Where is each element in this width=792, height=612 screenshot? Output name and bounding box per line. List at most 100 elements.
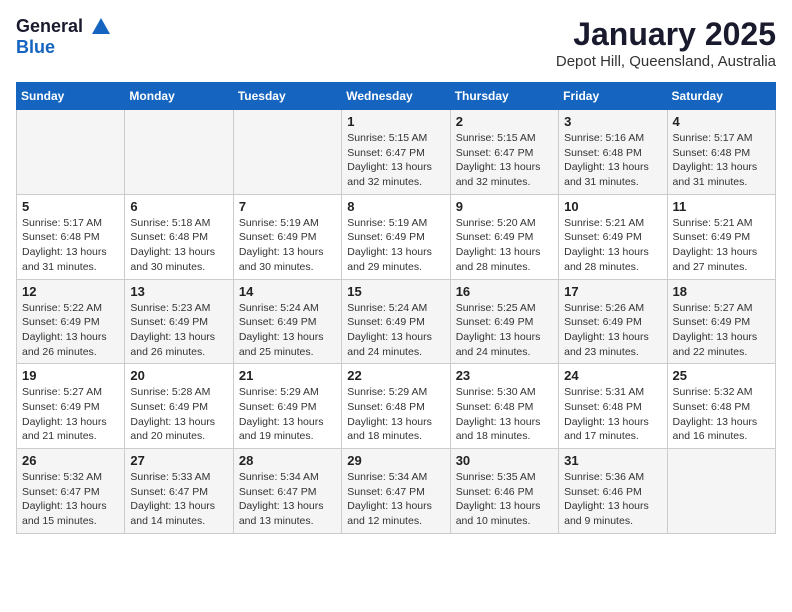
calendar-cell: 6 Sunrise: 5:18 AMSunset: 6:48 PMDaylight… [125, 194, 233, 279]
day-number: 24 [564, 368, 661, 383]
weekday-header-wednesday: Wednesday [342, 83, 450, 110]
day-info: Sunrise: 5:19 AMSunset: 6:49 PMDaylight:… [347, 216, 444, 275]
calendar-week-row: 19Sunrise: 5:27 AMSunset: 6:49 PMDayligh… [17, 364, 776, 449]
calendar-cell: 1 Sunrise: 5:15 AMSunset: 6:47 PMDaylight… [342, 110, 450, 195]
day-info: Sunrise: 5:24 AMSunset: 6:49 PMDaylight:… [347, 301, 444, 360]
calendar-cell: 19Sunrise: 5:27 AMSunset: 6:49 PMDayligh… [17, 364, 125, 449]
calendar-cell: 16Sunrise: 5:25 AMSunset: 6:49 PMDayligh… [450, 279, 558, 364]
calendar-cell [17, 110, 125, 195]
day-number: 8 [347, 199, 444, 214]
calendar-table: SundayMondayTuesdayWednesdayThursdayFrid… [16, 82, 776, 534]
calendar-cell: 17Sunrise: 5:26 AMSunset: 6:49 PMDayligh… [559, 279, 667, 364]
day-info: Sunrise: 5:33 AMSunset: 6:47 PMDaylight:… [130, 470, 227, 529]
calendar-week-row: 5 Sunrise: 5:17 AMSunset: 6:48 PMDaylight… [17, 194, 776, 279]
weekday-header-monday: Monday [125, 83, 233, 110]
weekday-header-sunday: Sunday [17, 83, 125, 110]
day-info: Sunrise: 5:27 AMSunset: 6:49 PMDaylight:… [673, 301, 770, 360]
day-number: 22 [347, 368, 444, 383]
day-info: Sunrise: 5:19 AMSunset: 6:49 PMDaylight:… [239, 216, 336, 275]
day-number: 15 [347, 284, 444, 299]
calendar-cell: 4Sunrise: 5:17 AMSunset: 6:48 PMDaylight… [667, 110, 775, 195]
day-info: Sunrise: 5:18 AMSunset: 6:48 PMDaylight:… [130, 216, 227, 275]
calendar-week-row: 12 Sunrise: 5:22 AMSunset: 6:49 PMDayligh… [17, 279, 776, 364]
day-info: Sunrise: 5:32 AMSunset: 6:48 PMDaylight:… [673, 385, 770, 444]
day-info: Sunrise: 5:35 AMSunset: 6:46 PMDaylight:… [456, 470, 553, 529]
day-number: 23 [456, 368, 553, 383]
logo: General Blue [16, 16, 114, 58]
day-number: 12 [22, 284, 119, 299]
day-info: Sunrise: 5:17 AMSunset: 6:48 PMDaylight:… [22, 216, 119, 275]
day-info: Sunrise: 5:34 AMSunset: 6:47 PMDaylight:… [347, 470, 444, 529]
day-info: Sunrise: 5:32 AMSunset: 6:47 PMDaylight:… [22, 470, 119, 529]
day-number: 26 [22, 453, 119, 468]
page-header: General Blue January 2025 Depot Hill, Qu… [16, 16, 776, 70]
day-number: 13 [130, 284, 227, 299]
day-info: Sunrise: 5:24 AMSunset: 6:49 PMDaylight:… [239, 301, 336, 360]
calendar-week-row: 1 Sunrise: 5:15 AMSunset: 6:47 PMDaylight… [17, 110, 776, 195]
day-info: Sunrise: 5:20 AMSunset: 6:49 PMDaylight:… [456, 216, 553, 275]
calendar-cell: 5 Sunrise: 5:17 AMSunset: 6:48 PMDaylight… [17, 194, 125, 279]
day-info: Sunrise: 5:28 AMSunset: 6:49 PMDaylight:… [130, 385, 227, 444]
calendar-cell: 24Sunrise: 5:31 AMSunset: 6:48 PMDayligh… [559, 364, 667, 449]
calendar-cell: 23 Sunrise: 5:30 AMSunset: 6:48 PMDayligh… [450, 364, 558, 449]
day-number: 4 [673, 114, 770, 129]
calendar-cell: 21 Sunrise: 5:29 AMSunset: 6:49 PMDayligh… [233, 364, 341, 449]
calendar-cell: 15 Sunrise: 5:24 AMSunset: 6:49 PMDayligh… [342, 279, 450, 364]
day-number: 20 [130, 368, 227, 383]
day-number: 6 [130, 199, 227, 214]
day-number: 3 [564, 114, 661, 129]
calendar-cell: 3 Sunrise: 5:16 AMSunset: 6:48 PMDaylight… [559, 110, 667, 195]
day-info: Sunrise: 5:29 AMSunset: 6:49 PMDaylight:… [239, 385, 336, 444]
day-info: Sunrise: 5:30 AMSunset: 6:48 PMDaylight:… [456, 385, 553, 444]
day-number: 5 [22, 199, 119, 214]
day-number: 25 [673, 368, 770, 383]
day-number: 30 [456, 453, 553, 468]
day-info: Sunrise: 5:29 AMSunset: 6:48 PMDaylight:… [347, 385, 444, 444]
day-info: Sunrise: 5:15 AMSunset: 6:47 PMDaylight:… [347, 131, 444, 190]
day-info: Sunrise: 5:25 AMSunset: 6:49 PMDaylight:… [456, 301, 553, 360]
calendar-cell: 29 Sunrise: 5:34 AMSunset: 6:47 PMDayligh… [342, 449, 450, 534]
calendar-cell: 11Sunrise: 5:21 AMSunset: 6:49 PMDayligh… [667, 194, 775, 279]
calendar-cell: 20 Sunrise: 5:28 AMSunset: 6:49 PMDayligh… [125, 364, 233, 449]
day-info: Sunrise: 5:34 AMSunset: 6:47 PMDaylight:… [239, 470, 336, 529]
calendar-cell [233, 110, 341, 195]
calendar-cell: 22 Sunrise: 5:29 AMSunset: 6:48 PMDayligh… [342, 364, 450, 449]
day-number: 9 [456, 199, 553, 214]
day-info: Sunrise: 5:36 AMSunset: 6:46 PMDaylight:… [564, 470, 661, 529]
day-number: 14 [239, 284, 336, 299]
day-number: 27 [130, 453, 227, 468]
day-number: 21 [239, 368, 336, 383]
day-number: 28 [239, 453, 336, 468]
day-number: 18 [673, 284, 770, 299]
day-info: Sunrise: 5:23 AMSunset: 6:49 PMDaylight:… [130, 301, 227, 360]
day-number: 10 [564, 199, 661, 214]
calendar-week-row: 26 Sunrise: 5:32 AMSunset: 6:47 PMDayligh… [17, 449, 776, 534]
calendar-cell: 26 Sunrise: 5:32 AMSunset: 6:47 PMDayligh… [17, 449, 125, 534]
title-block: January 2025 Depot Hill, Queensland, Aus… [556, 16, 776, 70]
calendar-cell: 12 Sunrise: 5:22 AMSunset: 6:49 PMDayligh… [17, 279, 125, 364]
calendar-cell: 30 Sunrise: 5:35 AMSunset: 6:46 PMDayligh… [450, 449, 558, 534]
logo-icon [90, 16, 112, 38]
day-info: Sunrise: 5:26 AMSunset: 6:49 PMDaylight:… [564, 301, 661, 360]
day-number: 1 [347, 114, 444, 129]
calendar-cell: 8 Sunrise: 5:19 AMSunset: 6:49 PMDaylight… [342, 194, 450, 279]
day-number: 2 [456, 114, 553, 129]
day-info: Sunrise: 5:22 AMSunset: 6:49 PMDaylight:… [22, 301, 119, 360]
weekday-header-friday: Friday [559, 83, 667, 110]
calendar-cell: 31Sunrise: 5:36 AMSunset: 6:46 PMDayligh… [559, 449, 667, 534]
calendar-header-row: SundayMondayTuesdayWednesdayThursdayFrid… [17, 83, 776, 110]
calendar-cell: 14 Sunrise: 5:24 AMSunset: 6:49 PMDayligh… [233, 279, 341, 364]
calendar-body: 1 Sunrise: 5:15 AMSunset: 6:47 PMDaylight… [17, 110, 776, 534]
day-info: Sunrise: 5:15 AMSunset: 6:47 PMDaylight:… [456, 131, 553, 190]
day-number: 29 [347, 453, 444, 468]
calendar-cell: 25 Sunrise: 5:32 AMSunset: 6:48 PMDayligh… [667, 364, 775, 449]
day-info: Sunrise: 5:16 AMSunset: 6:48 PMDaylight:… [564, 131, 661, 190]
calendar-subtitle: Depot Hill, Queensland, Australia [556, 53, 776, 70]
calendar-cell: 18 Sunrise: 5:27 AMSunset: 6:49 PMDayligh… [667, 279, 775, 364]
calendar-cell: 13 Sunrise: 5:23 AMSunset: 6:49 PMDayligh… [125, 279, 233, 364]
day-number: 19 [22, 368, 119, 383]
calendar-cell: 28 Sunrise: 5:34 AMSunset: 6:47 PMDayligh… [233, 449, 341, 534]
day-number: 11 [673, 199, 770, 214]
day-number: 7 [239, 199, 336, 214]
weekday-header-thursday: Thursday [450, 83, 558, 110]
